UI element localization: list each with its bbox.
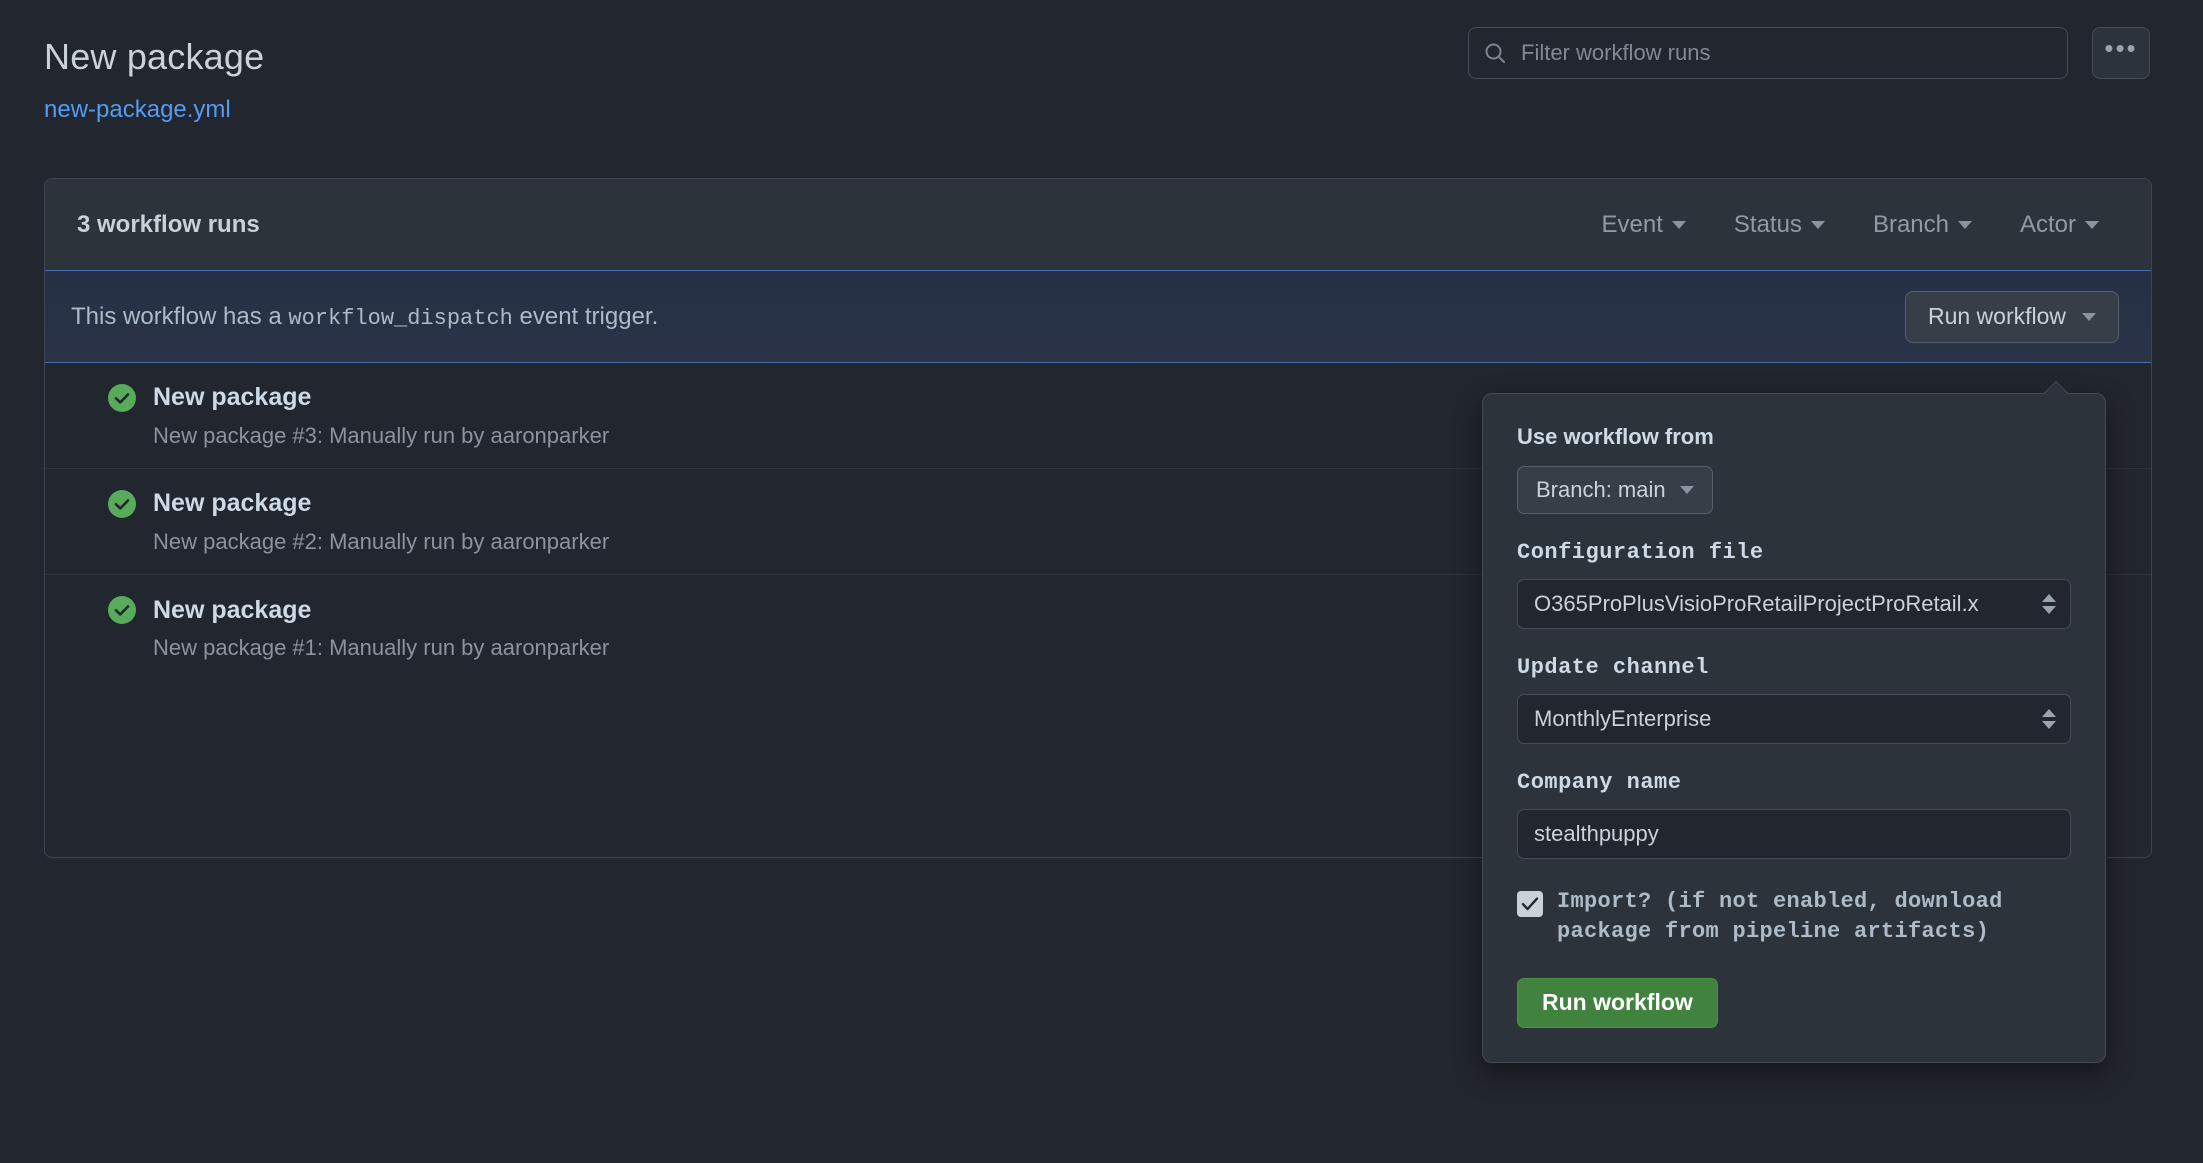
run-title[interactable]: New package: [153, 596, 311, 625]
runs-count-label: 3 workflow runs: [77, 211, 260, 239]
filter-event-label: Event: [1602, 211, 1663, 239]
more-options-button[interactable]: •••: [2092, 27, 2150, 79]
chevron-down-icon: [1958, 221, 1972, 229]
company-name-label: Company name: [1517, 770, 2071, 795]
run-workflow-submit-button[interactable]: Run workflow: [1517, 978, 1718, 1028]
search-input[interactable]: [1519, 39, 2053, 67]
chevron-down-icon: [1811, 221, 1825, 229]
filter-branch-label: Branch: [1873, 211, 1949, 239]
success-check-icon: [107, 595, 137, 625]
card-header: 3 workflow runs Event Status Branch Acto…: [45, 179, 2151, 270]
workflow-dispatch-message: This workflow has a workflow_dispatch ev…: [71, 303, 658, 331]
run-workflow-panel: Use workflow from Branch: main Configura…: [1482, 393, 2106, 1063]
chevron-down-icon: [1672, 221, 1686, 229]
filter-status[interactable]: Status: [1734, 211, 1825, 239]
filter-branch[interactable]: Branch: [1873, 211, 1972, 239]
page-title: New package: [44, 36, 264, 78]
company-name-input[interactable]: [1517, 809, 2071, 859]
filter-status-label: Status: [1734, 211, 1802, 239]
configuration-file-label: Configuration file: [1517, 540, 2071, 565]
page-header: New package new-package.yml •••: [0, 0, 2203, 160]
chevron-down-icon: [1680, 486, 1694, 494]
banner-text-after: event trigger.: [513, 303, 658, 330]
panel-arrow: [2043, 381, 2069, 394]
update-channel-select[interactable]: MonthlyEnterprise: [1517, 694, 2071, 744]
update-channel-label: Update channel: [1517, 655, 2071, 680]
use-workflow-from-label: Use workflow from: [1517, 424, 2071, 450]
chevron-down-icon: [2082, 313, 2096, 321]
update-channel-value: MonthlyEnterprise: [1534, 706, 2026, 732]
success-check-icon: [107, 383, 137, 413]
run-title[interactable]: New package: [153, 383, 311, 412]
workflow-dispatch-banner: This workflow has a workflow_dispatch ev…: [45, 270, 2151, 363]
success-check-icon: [107, 489, 137, 519]
import-checkbox[interactable]: [1517, 891, 1543, 917]
configuration-file-value: O365ProPlusVisioProRetailProjectProRetai…: [1534, 591, 2026, 617]
configuration-file-select[interactable]: O365ProPlusVisioProRetailProjectProRetai…: [1517, 579, 2071, 629]
import-checkbox-row[interactable]: Import? (if not enabled, download packag…: [1517, 887, 2071, 948]
run-workflow-dropdown-label: Run workflow: [1928, 303, 2066, 330]
workflow-dispatch-code: workflow_dispatch: [288, 306, 512, 331]
branch-selector-label: Branch: main: [1536, 477, 1666, 503]
search-icon: [1483, 41, 1507, 65]
branch-selector-button[interactable]: Branch: main: [1517, 466, 1713, 514]
filter-event[interactable]: Event: [1602, 211, 1686, 239]
workflow-runs-page: New package new-package.yml ••• 3 workfl…: [0, 0, 2203, 1163]
run-workflow-dropdown-button[interactable]: Run workflow: [1905, 291, 2119, 343]
filters-group: Event Status Branch Actor: [1602, 211, 2119, 239]
search-box[interactable]: [1468, 27, 2068, 79]
filter-actor-label: Actor: [2020, 211, 2076, 239]
chevron-down-icon: [2085, 221, 2099, 229]
banner-text-before: This workflow has a: [71, 303, 288, 330]
import-checkbox-label: Import? (if not enabled, download packag…: [1557, 887, 2071, 948]
select-arrows-icon: [2042, 594, 2056, 614]
select-arrows-icon: [2042, 709, 2056, 729]
filter-actor[interactable]: Actor: [2020, 211, 2099, 239]
workflow-file-link[interactable]: new-package.yml: [44, 96, 231, 124]
checkmark-icon: [1520, 894, 1540, 914]
run-title[interactable]: New package: [153, 489, 311, 518]
